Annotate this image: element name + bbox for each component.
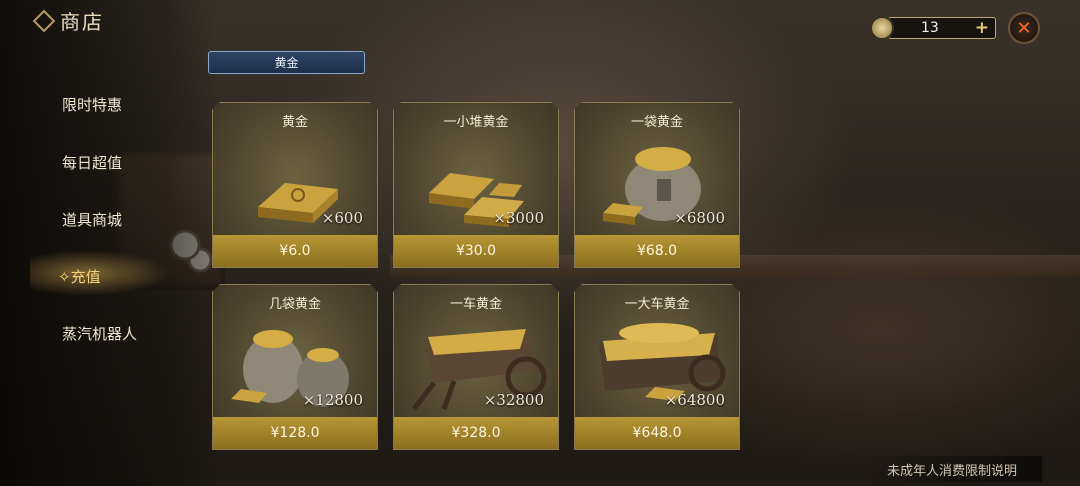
product-quantity: ×12800 [302, 391, 363, 409]
minor-spending-notice-link[interactable]: 未成年人消费限制说明 [862, 456, 1042, 482]
sidebar-item-label: 充值 [70, 268, 101, 286]
product-card[interactable]: 几袋黄金 ×12800 ¥128.0 [212, 284, 378, 450]
sidebar-item-daily-value[interactable]: 每日超值 [62, 152, 122, 173]
price-button[interactable]: ¥68.0 [575, 235, 739, 267]
sidebar-item-recharge[interactable]: ✧充值 [58, 266, 101, 287]
currency-value: 13 [921, 20, 939, 36]
product-quantity: ×32800 [483, 391, 544, 409]
product-card[interactable]: 一车黄金 ×32800 ¥328.0 [393, 284, 559, 450]
product-quantity: ×64800 [664, 391, 725, 409]
price-button[interactable]: ¥328.0 [394, 417, 558, 449]
close-button[interactable]: ✕ [1008, 12, 1040, 44]
gold-bar-coin-icon [870, 16, 894, 40]
price-button[interactable]: ¥30.0 [394, 235, 558, 267]
price-button[interactable]: ¥6.0 [213, 235, 377, 267]
product-card[interactable]: 一小堆黄金 ×3000 ¥30.0 [393, 102, 559, 268]
product-name: 黄金 [281, 115, 308, 130]
product-name: 一袋黄金 [630, 115, 683, 130]
product-quantity: ×3000 [493, 209, 544, 227]
product-quantity: ×600 [321, 209, 363, 227]
product-name: 一车黄金 [449, 297, 502, 312]
shop-title: 商店 [32, 6, 104, 35]
close-icon: ✕ [1016, 17, 1032, 39]
product-card[interactable]: 一大车黄金 ×64800 ¥648.0 [574, 284, 740, 450]
sidebar-shade [0, 0, 220, 486]
tab-gold[interactable]: 黄金 [208, 51, 365, 74]
page-title: 商店 [60, 10, 104, 34]
plus-icon[interactable]: + [975, 19, 989, 37]
currency-display: 13 + [870, 16, 996, 40]
currency-box: 13 + [888, 17, 996, 39]
product-name: 几袋黄金 [268, 297, 321, 312]
product-card[interactable]: 一袋黄金 ×6800 ¥68.0 [574, 102, 740, 268]
product-card[interactable]: 黄金 ×600 ¥6.0 [212, 102, 378, 268]
price-button[interactable]: ¥128.0 [213, 417, 377, 449]
product-name: 一小堆黄金 [443, 115, 509, 130]
diamond-icon [32, 9, 56, 32]
price-button[interactable]: ¥648.0 [575, 417, 739, 449]
product-name: 一大车黄金 [624, 297, 690, 312]
sidebar-item-limited-offer[interactable]: 限时特惠 [62, 94, 122, 115]
sidebar-item-steam-robot[interactable]: 蒸汽机器人 [62, 323, 137, 344]
product-quantity: ×6800 [674, 209, 725, 227]
sparkle-icon: ✧ [58, 268, 71, 286]
sidebar-item-item-mall[interactable]: 道具商城 [62, 209, 122, 230]
